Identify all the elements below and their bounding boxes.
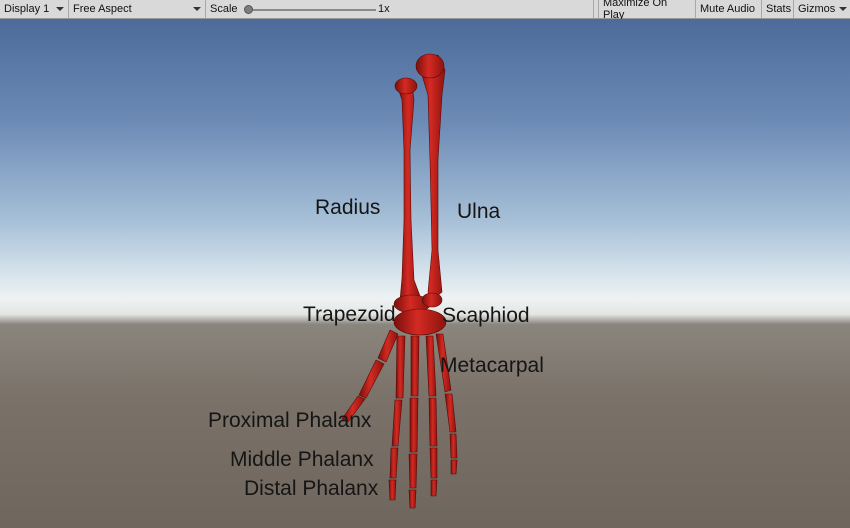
metacarpal-index (395, 335, 406, 399)
mute-label: Mute Audio (700, 3, 756, 15)
radius-bone (397, 84, 421, 301)
game-viewport[interactable]: Radius Ulna Trapezoid Scaphiod Metacarpa… (0, 19, 850, 528)
stats-label: Stats (766, 3, 792, 15)
scale-value: 1x (378, 3, 390, 15)
arm-skeleton-model (341, 53, 458, 509)
ring-middle-phalanx (429, 447, 438, 479)
middle-distal-phalanx (408, 489, 417, 509)
index-proximal-phalanx (391, 399, 403, 447)
label-ulna: Ulna (457, 200, 501, 223)
label-middle-phalanx: Middle Phalanx (230, 448, 374, 471)
ring-proximal-phalanx (428, 397, 438, 447)
ulna-head (415, 53, 445, 79)
mute-audio-toggle[interactable]: Mute Audio (695, 0, 761, 18)
metacarpal-middle (410, 335, 420, 397)
label-metacarpal: Metacarpal (440, 354, 544, 377)
label-trapezoid: Trapezoid (303, 303, 396, 326)
maximize-on-play-toggle[interactable]: Maximize On Play (598, 0, 695, 21)
label-radius: Radius (315, 196, 381, 219)
carpal-cluster (393, 308, 447, 336)
scale-control: Scale 1x (206, 0, 594, 18)
pinky-distal-phalanx (450, 459, 458, 475)
middle-middle-phalanx (408, 453, 418, 489)
index-distal-phalanx (388, 479, 397, 501)
scale-slider-track[interactable] (248, 9, 376, 11)
label-distal-phalanx: Distal Phalanx (244, 477, 379, 500)
aspect-dropdown[interactable]: Free Aspect (69, 0, 206, 18)
label-scaphiod: Scaphiod (442, 304, 530, 327)
toolbar-toggles: Maximize On Play Mute Audio Stats Gizmos (598, 0, 850, 21)
pinky-proximal-phalanx (444, 393, 457, 433)
maximize-label: Maximize On Play (603, 0, 668, 21)
pinky-middle-phalanx (449, 433, 458, 459)
radius-head (394, 77, 418, 95)
aspect-label: Free Aspect (73, 3, 132, 15)
ring-distal-phalanx (430, 479, 438, 497)
game-view-toolbar: Display 1 Free Aspect Scale 1x Maximize … (0, 0, 850, 21)
gizmos-dropdown[interactable]: Gizmos (793, 0, 850, 18)
scale-slider-thumb[interactable] (244, 5, 253, 14)
label-proximal-phalanx: Proximal Phalanx (208, 409, 372, 432)
ulna-bone (417, 54, 446, 301)
display-label: Display 1 (4, 3, 50, 15)
middle-proximal-phalanx (409, 397, 419, 453)
chevron-down-icon (839, 7, 848, 11)
chevron-down-icon (56, 7, 64, 11)
stats-toggle[interactable]: Stats (761, 0, 793, 18)
gizmos-label: Gizmos (798, 3, 836, 15)
thumb-proximal-phalanx (358, 359, 385, 399)
metacarpal-ring (425, 335, 437, 397)
index-middle-phalanx (389, 447, 399, 479)
scale-label: Scale (210, 3, 238, 15)
carpal-scaphoid (421, 292, 443, 308)
metacarpal-thumb (377, 329, 399, 363)
display-dropdown[interactable]: Display 1 (0, 0, 69, 18)
chevron-down-icon (193, 7, 201, 11)
